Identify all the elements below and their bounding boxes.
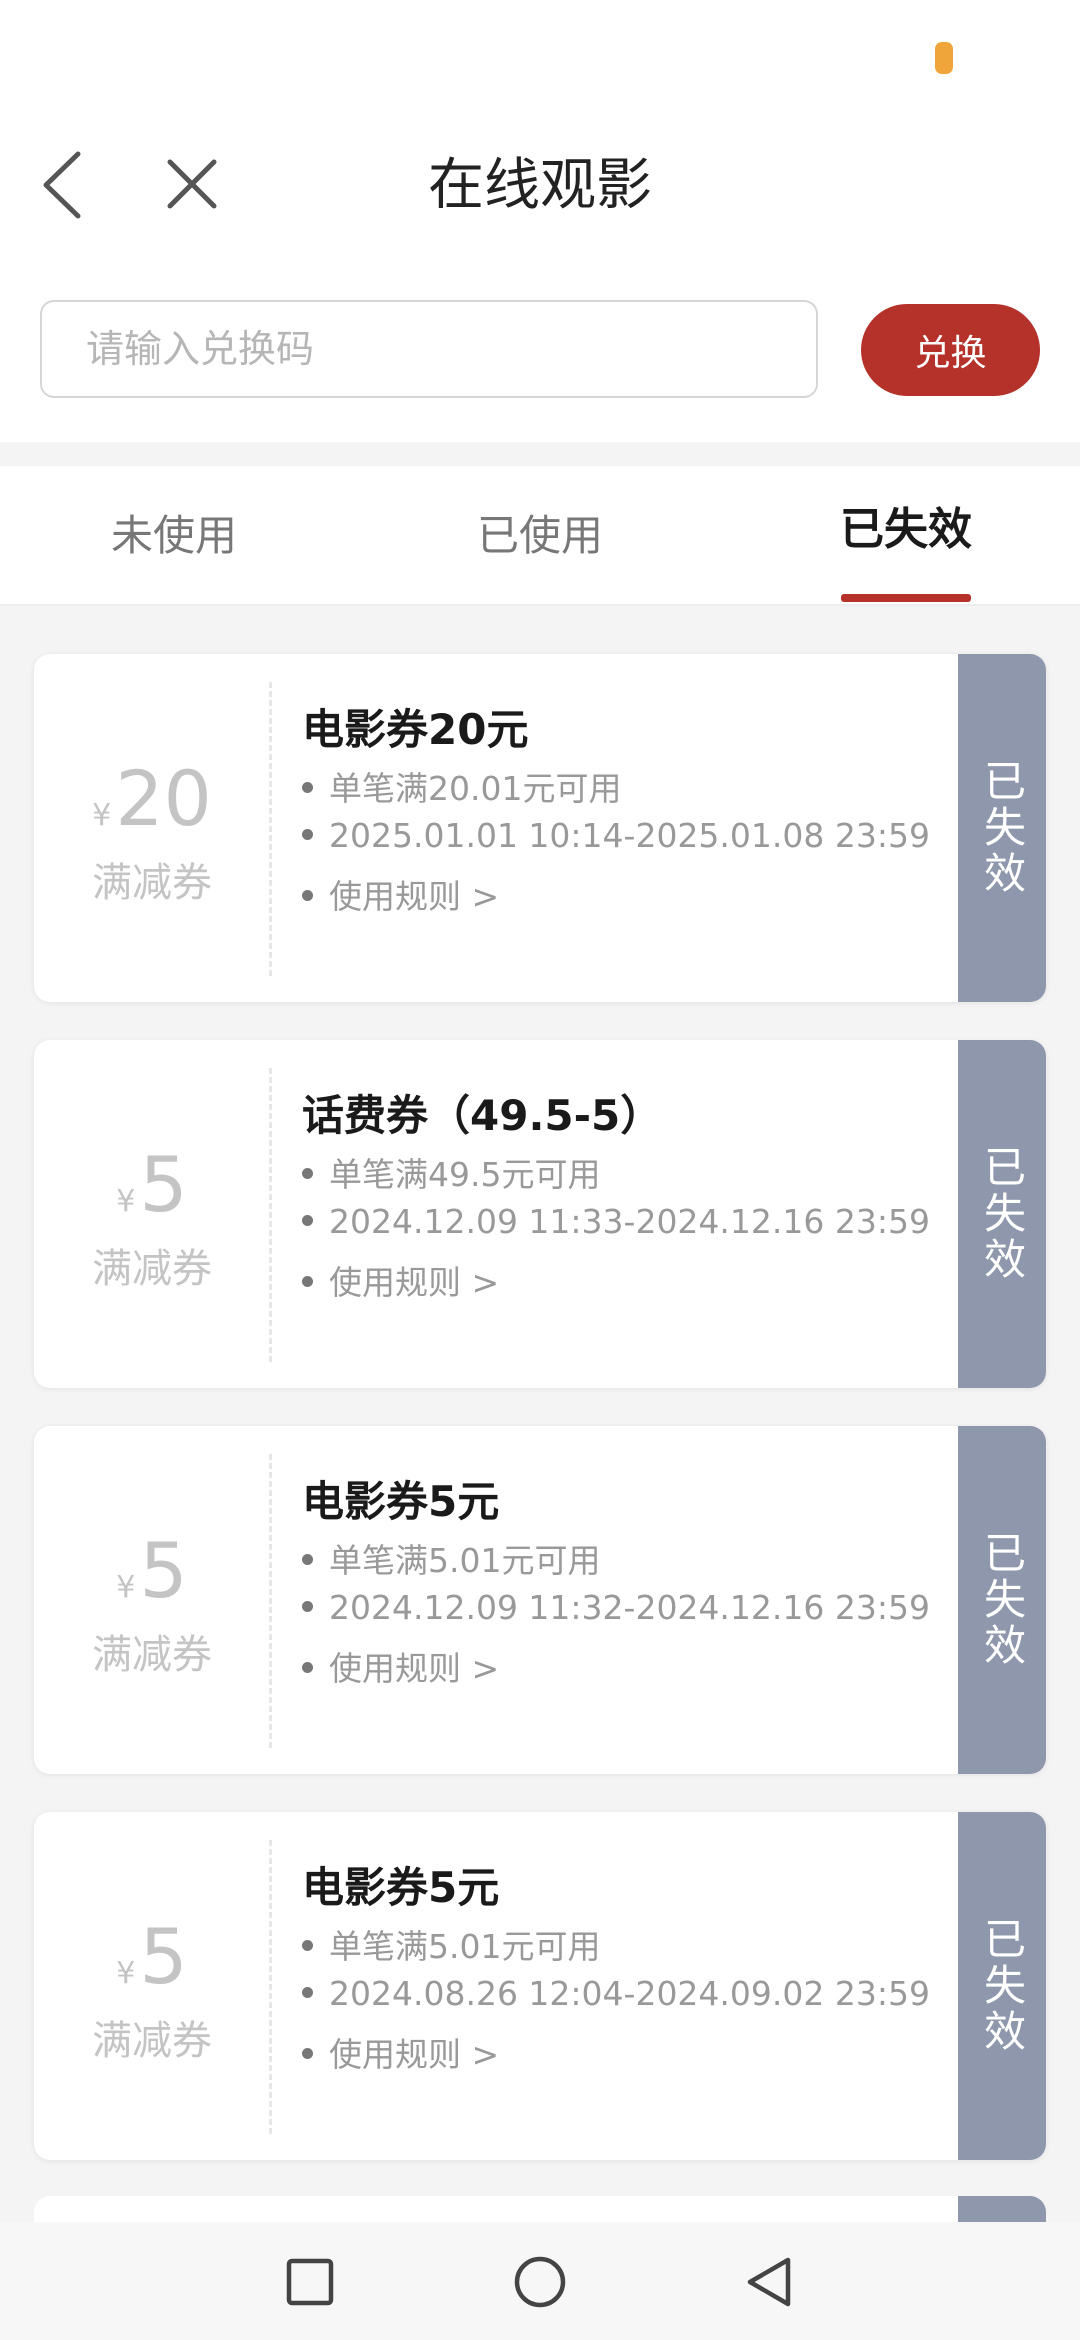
coupon-amount: ¥20 <box>34 754 270 843</box>
coupon-validity: 2024.12.09 11:32-2024.12.16 23:59 <box>302 1588 930 1627</box>
dashed-divider <box>269 1068 272 1362</box>
bullet-dot <box>302 1215 313 1226</box>
status-notification-icon <box>935 42 953 74</box>
currency-symbol: ¥ <box>92 798 112 833</box>
tab-unused[interactable]: 未使用 <box>24 466 324 606</box>
bullet-dot <box>302 1601 313 1612</box>
coupon-card[interactable]: ¥5 满减券 电影券5元 单笔满5.01元可用 2024.08.26 12:04… <box>34 1812 1046 2160</box>
dashed-divider <box>269 1454 272 1748</box>
coupon-type-label: 满减券 <box>92 2018 212 2064</box>
redeem-button[interactable]: 兑换 <box>861 304 1040 396</box>
recents-button[interactable] <box>280 2252 340 2312</box>
tab-used[interactable]: 已使用 <box>390 466 690 606</box>
redeem-code-input[interactable] <box>40 300 818 398</box>
square-icon <box>286 2258 334 2306</box>
currency-symbol: ¥ <box>116 1184 136 1219</box>
page-title: 在线观影 <box>428 153 652 218</box>
amount-value: 5 <box>139 1912 188 2001</box>
coupon-validity: 2025.01.01 10:14-2025.01.08 23:59 <box>302 816 930 855</box>
bullet-dot <box>302 1987 313 1998</box>
amount-value: 5 <box>139 1526 188 1615</box>
coupon-condition: 单笔满5.01元可用 <box>302 1920 600 1968</box>
bullet-dot <box>302 1168 313 1179</box>
coupon-tabs: 未使用 已使用 已失效 <box>0 466 1080 606</box>
home-button[interactable] <box>510 2252 570 2312</box>
coupon-title: 电影券20元 <box>302 705 529 754</box>
tab-expired[interactable]: 已失效 <box>756 466 1056 606</box>
expired-stamp: 已失效 <box>958 1812 1046 2160</box>
bullet-dot <box>302 1662 313 1673</box>
coupon-rules-link[interactable]: 使用规则 > <box>302 1256 499 1304</box>
top-panel: 在线观影 兑换 <box>0 0 1080 442</box>
bullet-dot <box>302 2048 313 2059</box>
coupon-amount: ¥5 <box>34 1140 270 1229</box>
nav-back-button[interactable] <box>740 2252 800 2312</box>
currency-symbol: ¥ <box>116 1570 136 1605</box>
coupon-rules-link[interactable]: 使用规则 > <box>302 870 499 918</box>
active-tab-indicator <box>841 594 971 602</box>
coupon-condition: 单笔满49.5元可用 <box>302 1148 600 1196</box>
expired-stamp: 已失效 <box>958 1040 1046 1388</box>
coupon-type-label: 满减券 <box>92 860 212 906</box>
expired-stamp: 已失效 <box>958 654 1046 1002</box>
bullet-dot <box>302 1940 313 1951</box>
coupon-card[interactable]: ¥5 满减券 话费券（49.5-5） 单笔满49.5元可用 2024.12.09… <box>34 1040 1046 1388</box>
coupon-rules-link[interactable]: 使用规则 > <box>302 1642 499 1690</box>
expired-stamp: 已失效 <box>958 1426 1046 1774</box>
coupon-amount: ¥5 <box>34 1912 270 2001</box>
coupon-title: 话费券（49.5-5） <box>302 1091 663 1140</box>
coupon-condition: 单笔满5.01元可用 <box>302 1534 600 1582</box>
coupon-card[interactable]: ¥5 满减券 电影券5元 单笔满5.01元可用 2024.12.09 11:32… <box>34 1426 1046 1774</box>
dashed-divider <box>269 1840 272 2134</box>
amount-value: 20 <box>115 754 212 843</box>
bullet-dot <box>302 782 313 793</box>
amount-value: 5 <box>139 1140 188 1229</box>
coupon-type-label: 满减券 <box>92 1632 212 1678</box>
coupon-type-label: 满减券 <box>92 1246 212 1292</box>
circle-icon <box>514 2256 566 2308</box>
coupon-title: 电影券5元 <box>302 1477 500 1526</box>
bullet-dot <box>302 890 313 901</box>
coupon-rules-link[interactable]: 使用规则 > <box>302 2028 499 2076</box>
coupon-amount: ¥5 <box>34 1526 270 1615</box>
coupon-card[interactable]: ¥20 满减券 电影券20元 单笔满20.01元可用 2025.01.01 10… <box>34 654 1046 1002</box>
triangle-back-icon <box>747 2257 791 2307</box>
coupon-validity: 2024.08.26 12:04-2024.09.02 23:59 <box>302 1974 930 2013</box>
bullet-dot <box>302 829 313 840</box>
system-nav-bar <box>0 2222 1080 2340</box>
bullet-dot <box>302 1554 313 1565</box>
coupon-title: 电影券5元 <box>302 1863 500 1912</box>
dashed-divider <box>269 682 272 976</box>
bullet-dot <box>302 1276 313 1287</box>
currency-symbol: ¥ <box>116 1956 136 1991</box>
coupon-condition: 单笔满20.01元可用 <box>302 762 621 810</box>
coupon-validity: 2024.12.09 11:33-2024.12.16 23:59 <box>302 1202 930 1241</box>
